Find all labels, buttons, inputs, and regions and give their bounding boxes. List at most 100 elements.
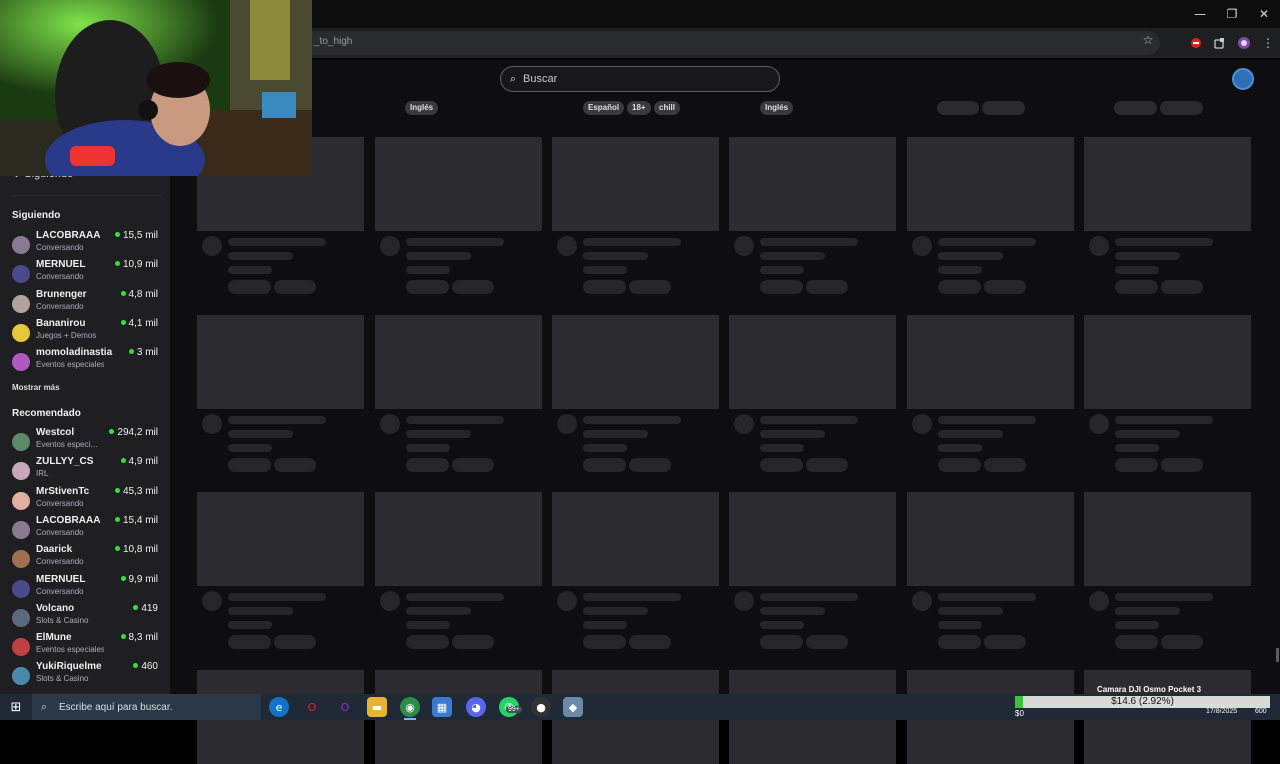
stream-card-placeholder	[375, 670, 542, 764]
tag-ingles[interactable]: Inglés	[405, 101, 439, 115]
opera-gx-icon[interactable]: O	[335, 697, 355, 717]
avatar-placeholder	[557, 591, 577, 611]
live-dot	[120, 290, 126, 296]
edge-icon[interactable]: e	[269, 697, 289, 717]
channel-name: MERNUEL	[36, 573, 86, 585]
tag-placeholder	[984, 458, 1026, 472]
minimize-button[interactable]: —	[1184, 0, 1216, 28]
adblock-icon[interactable]	[1184, 31, 1208, 55]
user-avatar[interactable]	[1232, 68, 1254, 90]
sidebar-channel[interactable]: LACOBRAAA Conversando 15,4 mil	[0, 515, 170, 544]
avatar-placeholder	[202, 236, 222, 256]
avatar-placeholder	[380, 236, 400, 256]
tag-ingles-2[interactable]: Inglés	[760, 101, 794, 115]
category-placeholder	[406, 266, 450, 274]
store-icon[interactable]: ▦	[432, 697, 452, 717]
discord-icon[interactable]: ◕	[466, 697, 486, 717]
live-dot	[128, 349, 134, 355]
tag-18[interactable]: 18+	[627, 101, 651, 115]
stream-card-placeholder	[375, 137, 542, 299]
tag-placeholder	[452, 458, 494, 472]
tag-chill[interactable]: chill	[654, 101, 681, 115]
sidebar-channel[interactable]: Volcano Slots & Casino 419	[0, 603, 170, 632]
viewer-count-text: 460	[141, 661, 158, 673]
viewer-count-text: 8,3 mil	[128, 632, 158, 644]
sidebar-channel[interactable]: MrStivenTc Conversando 45,3 mil	[0, 486, 170, 515]
restore-button[interactable]: ❐	[1216, 0, 1248, 28]
category-placeholder	[583, 266, 627, 274]
browser-toolbar: ⋮	[1184, 31, 1280, 55]
title-placeholder	[760, 416, 858, 424]
stream-card-placeholder	[552, 670, 719, 764]
tag-placeholder	[629, 635, 671, 649]
tag-placeholder	[806, 458, 848, 472]
stream-card-placeholder	[552, 137, 719, 299]
avatar-placeholder	[202, 591, 222, 611]
sidebar-channel[interactable]: ZULLYY_CS IRL 4,9 mil	[0, 456, 170, 485]
viewer-count-text: 10,9 mil	[122, 259, 158, 271]
sidebar-channel[interactable]: Bananirou Juegos + Demos 4,1 mil	[0, 318, 170, 347]
chrome-icon[interactable]: ◉	[400, 697, 420, 720]
channel-avatar	[12, 433, 30, 451]
tag-placeholder	[629, 280, 671, 294]
stream-card-placeholder	[1084, 137, 1251, 299]
obs-icon[interactable]: ●	[531, 697, 551, 717]
channel-name: momoladinastia	[36, 347, 113, 359]
menu-icon[interactable]: ⋮	[1256, 31, 1280, 55]
channel-avatar	[12, 323, 30, 342]
show-more-link[interactable]: Mostrar más	[12, 383, 60, 392]
thumbnail-placeholder	[375, 492, 542, 586]
title-placeholder	[228, 593, 326, 601]
category-placeholder	[228, 444, 272, 452]
stock-value: $14.6 (2.92%)	[1111, 696, 1174, 707]
profile-icon[interactable]	[1232, 31, 1256, 55]
extensions-icon[interactable]	[1208, 31, 1232, 55]
url-field[interactable]: _to_high	[300, 31, 1160, 55]
search-input[interactable]: ⌕ Buscar	[500, 66, 780, 92]
sidebar-channel[interactable]: ElMune Eventos especiales 8,3 mil	[0, 632, 170, 661]
stream-card-placeholder	[907, 137, 1074, 299]
stream-card-placeholder	[1084, 492, 1251, 654]
tray-text: 600	[1255, 708, 1267, 715]
sidebar-channel[interactable]: Westcol Eventos especi… 294,2 mil	[0, 427, 170, 456]
scrollbar-thumb[interactable]	[1276, 648, 1279, 662]
opera-icon[interactable]: O	[302, 697, 322, 717]
sidebar-channel[interactable]: YukiRiquelme Slots & Casino 460	[0, 661, 170, 690]
title-placeholder	[583, 416, 681, 424]
stock-zero-label: $0	[1015, 709, 1024, 718]
category-placeholder	[406, 444, 450, 452]
file-explorer-icon[interactable]: ▬	[367, 697, 387, 717]
sidebar-channel[interactable]: Brunenger Conversando 4,8 mil	[0, 289, 170, 318]
taskbar-search[interactable]: ⌕ Escribe aquí para buscar.	[32, 694, 261, 720]
channel-name: Volcano	[36, 602, 75, 614]
sidebar-channel[interactable]: MERNUEL Conversando 10,9 mil	[0, 259, 170, 288]
star-icon[interactable]: ☆	[1136, 28, 1160, 52]
thumbnail-placeholder	[907, 492, 1074, 586]
live-dot	[114, 516, 120, 522]
tag-espanol[interactable]: Español	[583, 101, 625, 115]
stream-card-placeholder	[552, 315, 719, 477]
windows-start-icon[interactable]: ⊞	[0, 694, 32, 720]
tag-placeholder	[274, 635, 316, 649]
viewer-count: 10,9 mil	[114, 259, 158, 271]
tag-placeholder	[982, 101, 1025, 115]
name-placeholder	[938, 607, 1003, 615]
sidebar-channel[interactable]: momoladinastia Eventos especiales 3 mil	[0, 347, 170, 376]
close-button[interactable]: ✕	[1248, 0, 1280, 28]
stream-card-placeholder	[729, 315, 896, 477]
channel-name: Westcol	[36, 427, 75, 438]
name-placeholder	[406, 430, 471, 438]
recommended-heading: Recomendado	[12, 408, 81, 419]
viewer-count-text: 45,3 mil	[122, 485, 158, 497]
app-icon[interactable]: ◆	[563, 697, 583, 717]
thumbnail-placeholder	[1084, 315, 1251, 409]
search-icon: ⌕	[41, 700, 48, 713]
name-placeholder	[583, 430, 648, 438]
tag-placeholder	[406, 280, 449, 294]
sidebar-channel[interactable]: Daarick Conversando 10,8 mil	[0, 544, 170, 573]
sidebar-channel[interactable]: MERNUEL Conversando 9,9 mil	[0, 574, 170, 603]
sidebar-channel[interactable]: LACOBRAAA Conversando 15,5 mil	[0, 230, 170, 259]
avatar-placeholder	[734, 236, 754, 256]
category-placeholder	[938, 444, 982, 452]
camera-label: Camara DJI Osmo Pocket 3	[1097, 685, 1202, 694]
